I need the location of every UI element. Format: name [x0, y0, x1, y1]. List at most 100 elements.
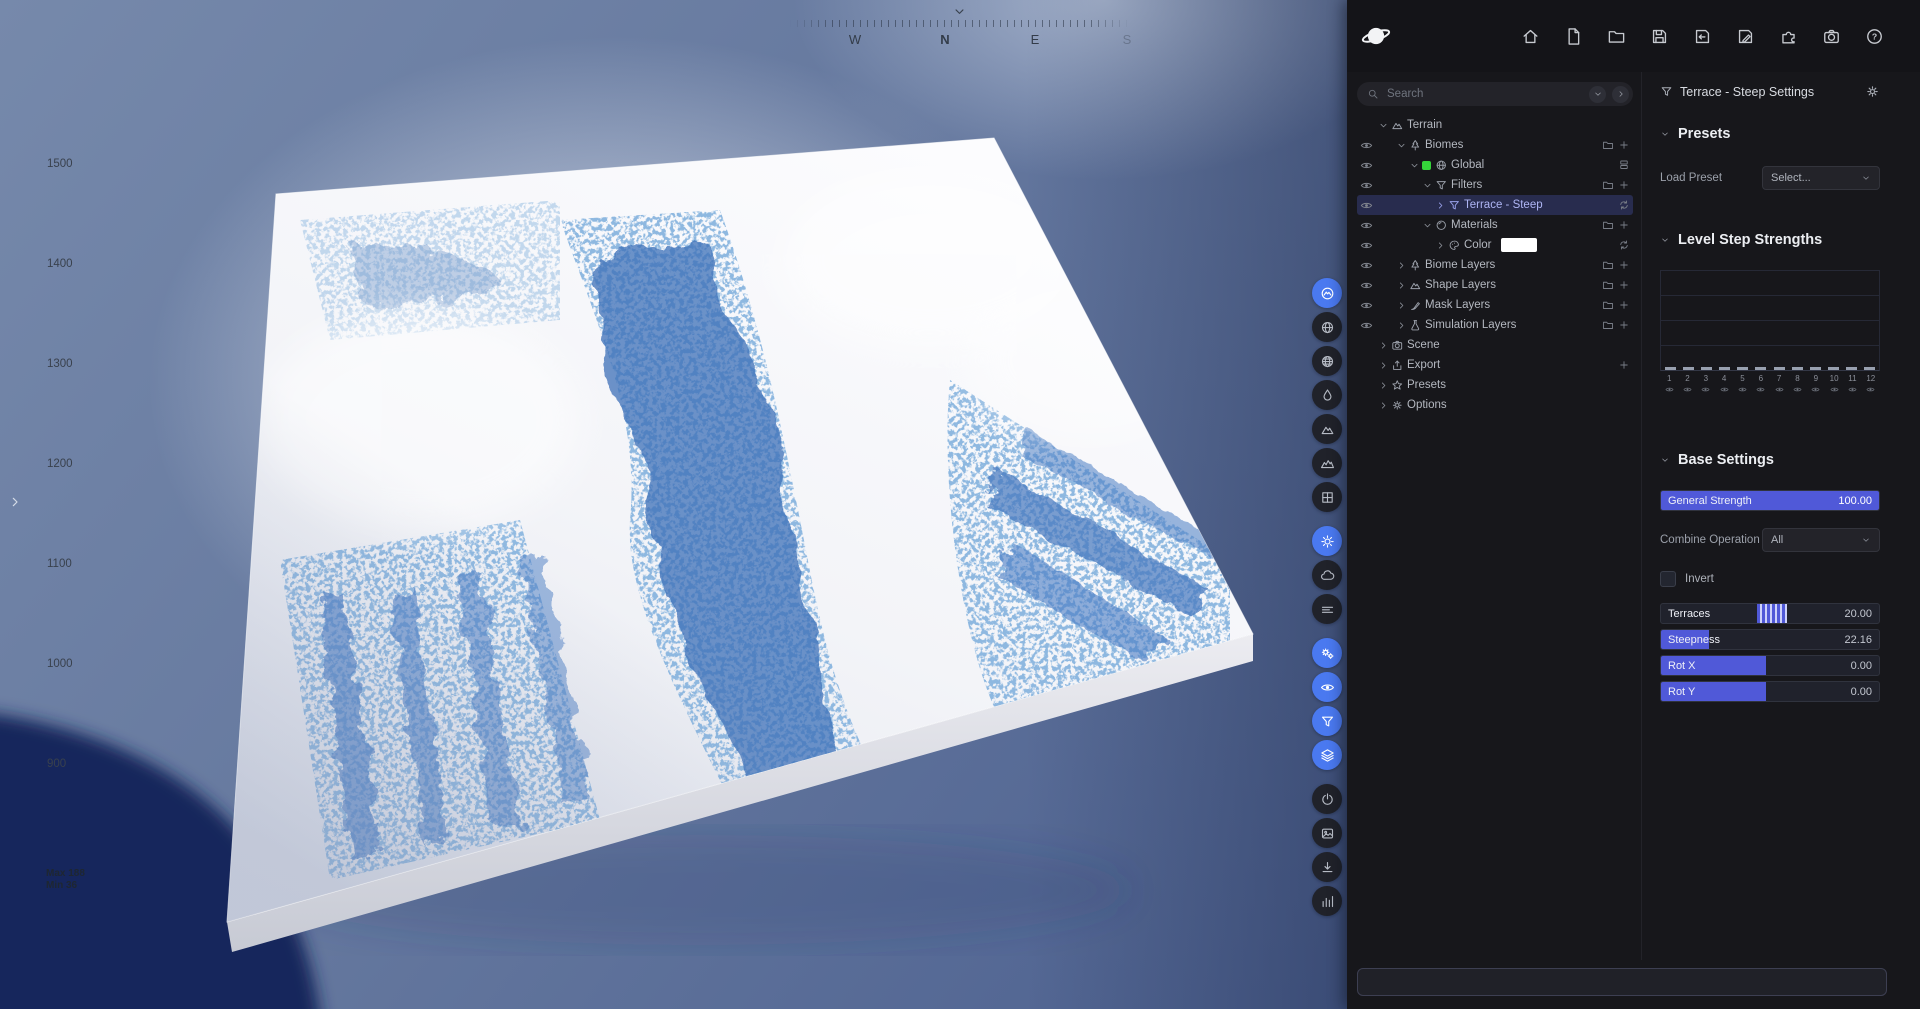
topbar-screenshot-camera-button[interactable]	[1822, 27, 1841, 46]
eye-icon[interactable]	[1360, 159, 1378, 172]
tree-item-export[interactable]: Export	[1357, 355, 1633, 375]
view-filter-funnel-button[interactable]	[1312, 706, 1342, 736]
folder-icon[interactable]	[1602, 139, 1614, 151]
step-bar[interactable]	[1683, 367, 1694, 370]
plus-icon[interactable]	[1618, 359, 1630, 371]
step-bar[interactable]	[1864, 367, 1875, 370]
step-eye-toggle[interactable]	[1807, 385, 1825, 394]
command-bar[interactable]	[1357, 968, 1887, 996]
plus-icon[interactable]	[1618, 319, 1630, 331]
topbar-save-button[interactable]	[1650, 27, 1669, 46]
view-globe-button[interactable]	[1312, 312, 1342, 342]
level-steps-plot[interactable]	[1660, 270, 1880, 371]
folder-icon[interactable]	[1602, 219, 1614, 231]
step-bar[interactable]	[1665, 367, 1676, 370]
chevron-right-icon[interactable]	[1435, 240, 1448, 251]
topbar-open-folder-button[interactable]	[1607, 27, 1626, 46]
step-bar[interactable]	[1828, 367, 1839, 370]
rot-x-slider[interactable]: Rot X 0.00	[1660, 655, 1880, 676]
color-swatch[interactable]	[1501, 238, 1537, 252]
chevron-down-icon[interactable]	[1422, 180, 1435, 191]
settings-gear-button[interactable]	[1865, 84, 1880, 99]
step-bar[interactable]	[1719, 367, 1730, 370]
chevron-right-icon[interactable]	[1396, 260, 1409, 271]
search-prev-button[interactable]	[1589, 86, 1606, 103]
chevron-down-icon[interactable]	[1409, 160, 1422, 171]
top-panel-collapse-handle[interactable]	[952, 4, 967, 19]
topbar-plugins-puzzle-button[interactable]	[1779, 27, 1798, 46]
step-eye-toggle[interactable]	[1715, 385, 1733, 394]
step-bar[interactable]	[1792, 367, 1803, 370]
view-water-drop-button[interactable]	[1312, 380, 1342, 410]
topbar-help-button[interactable]: ?	[1865, 27, 1884, 46]
view-eye-button[interactable]	[1312, 672, 1342, 702]
step-bar[interactable]	[1774, 367, 1785, 370]
tree-item-global[interactable]: Global	[1357, 155, 1633, 175]
view-layers-button[interactable]	[1312, 740, 1342, 770]
eye-icon[interactable]	[1360, 199, 1378, 212]
plus-icon[interactable]	[1618, 139, 1630, 151]
step-eye-toggle[interactable]	[1825, 385, 1843, 394]
view-gears-button[interactable]	[1312, 638, 1342, 668]
search-next-button[interactable]	[1612, 86, 1629, 103]
folder-icon[interactable]	[1602, 299, 1614, 311]
tree-item-simulation-layers[interactable]: Simulation Layers	[1357, 315, 1633, 335]
view-mountain-button[interactable]	[1312, 414, 1342, 444]
eye-icon[interactable]	[1360, 259, 1378, 272]
view-sun-button[interactable]	[1312, 526, 1342, 556]
step-bar[interactable]	[1810, 367, 1821, 370]
step-eye-toggle[interactable]	[1843, 385, 1861, 394]
search-input[interactable]	[1385, 87, 1583, 101]
stack-icon[interactable]	[1618, 159, 1630, 171]
topbar-save-edit-button[interactable]	[1736, 27, 1755, 46]
chevron-right-icon[interactable]	[1378, 360, 1391, 371]
tree-item-terrain[interactable]: Terrain	[1357, 115, 1633, 135]
refresh-icon[interactable]	[1618, 199, 1630, 211]
chevron-right-icon[interactable]	[1396, 280, 1409, 291]
step-bar[interactable]	[1846, 367, 1857, 370]
tree-item-terrace-steep[interactable]: Terrace - Steep	[1357, 195, 1633, 215]
plus-icon[interactable]	[1618, 279, 1630, 291]
plus-icon[interactable]	[1618, 179, 1630, 191]
eye-icon[interactable]	[1360, 279, 1378, 292]
topbar-save-import-button[interactable]	[1693, 27, 1712, 46]
plus-icon[interactable]	[1618, 259, 1630, 271]
folder-icon[interactable]	[1602, 279, 1614, 291]
rot-y-slider[interactable]: Rot Y 0.00	[1660, 681, 1880, 702]
left-panel-expand-handle[interactable]	[7, 494, 23, 510]
presets-section-header[interactable]: Presets	[1660, 126, 1880, 142]
eye-icon[interactable]	[1360, 139, 1378, 152]
chevron-down-icon[interactable]	[1396, 140, 1409, 151]
view-fog-lines-button[interactable]	[1312, 594, 1342, 624]
step-eye-toggle[interactable]	[1697, 385, 1715, 394]
terraces-slider[interactable]: Terraces 20.00	[1660, 603, 1880, 624]
tree-item-biomes[interactable]: Biomes	[1357, 135, 1633, 155]
view-cloud-button[interactable]	[1312, 560, 1342, 590]
eye-icon[interactable]	[1360, 179, 1378, 192]
eye-icon[interactable]	[1360, 319, 1378, 332]
view-download-button[interactable]	[1312, 852, 1342, 882]
eye-icon[interactable]	[1360, 219, 1378, 232]
chevron-right-icon[interactable]	[1396, 320, 1409, 331]
plus-icon[interactable]	[1618, 299, 1630, 311]
combine-operation-select[interactable]: All	[1762, 528, 1880, 552]
plus-icon[interactable]	[1618, 219, 1630, 231]
view-globe-grid-button[interactable]	[1312, 346, 1342, 376]
step-bar[interactable]	[1701, 367, 1712, 370]
base-settings-section-header[interactable]: Base Settings	[1660, 452, 1880, 468]
view-stats-chart-button[interactable]	[1312, 886, 1342, 916]
tree-item-materials[interactable]: Materials	[1357, 215, 1633, 235]
step-eye-toggle[interactable]	[1660, 385, 1678, 394]
step-eye-toggle[interactable]	[1678, 385, 1696, 394]
eye-icon[interactable]	[1360, 239, 1378, 252]
tree-item-presets[interactable]: Presets	[1357, 375, 1633, 395]
view-ridges-button[interactable]	[1312, 448, 1342, 478]
topbar-new-file-button[interactable]	[1564, 27, 1583, 46]
tree-item-mask-layers[interactable]: Mask Layers	[1357, 295, 1633, 315]
topbar-home-button[interactable]	[1521, 27, 1540, 46]
viewport-3d[interactable]: W N E S 150014001300120011001000900 Max …	[0, 0, 1347, 1009]
view-image-button[interactable]	[1312, 818, 1342, 848]
chevron-right-icon[interactable]	[1435, 200, 1448, 211]
tree-item-scene[interactable]: Scene	[1357, 335, 1633, 355]
chevron-right-icon[interactable]	[1378, 400, 1391, 411]
